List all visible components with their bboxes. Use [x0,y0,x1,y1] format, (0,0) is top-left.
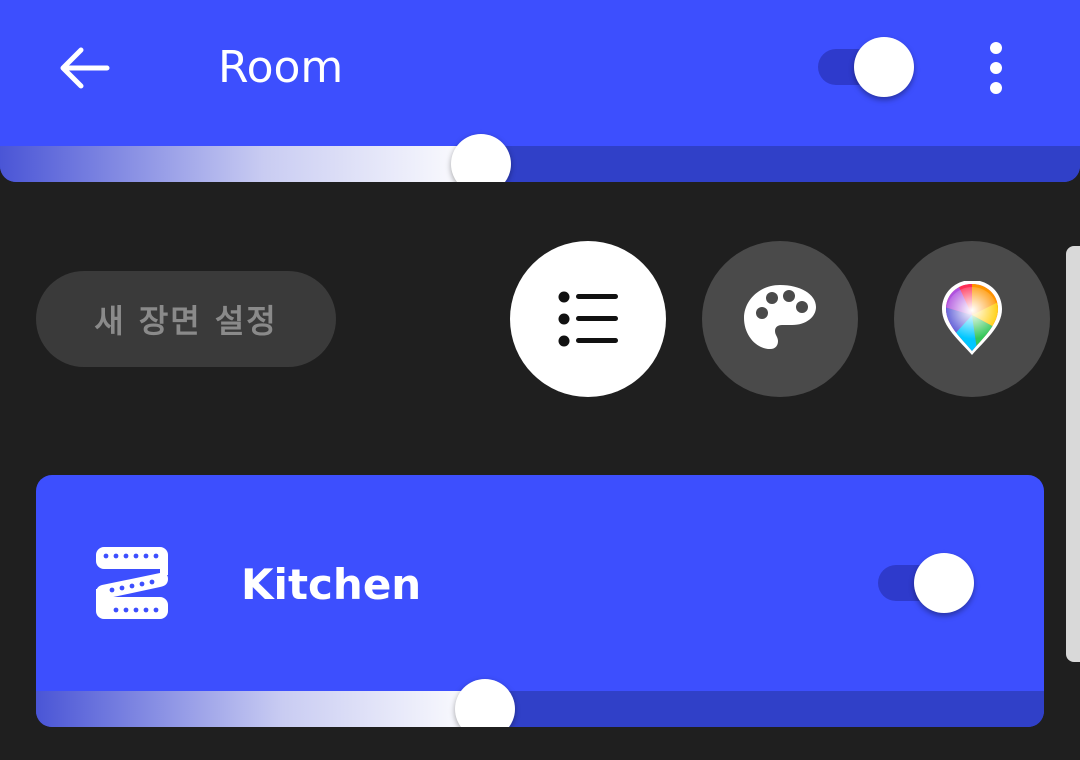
slider-knob[interactable] [450,134,511,182]
room-brightness-slider[interactable] [0,134,1080,182]
scrollbar[interactable] [1066,246,1080,662]
slider-fill [0,146,481,182]
color-mode-button[interactable] [894,241,1050,397]
slider-knob[interactable] [454,679,515,727]
page-title: Room [218,42,344,93]
palette-mode-button[interactable] [702,241,858,397]
device-card-kitchen[interactable]: Kitchen [36,475,1044,727]
more-options-button[interactable] [970,38,1022,98]
room-power-toggle[interactable] [818,37,914,97]
kitchen-power-toggle[interactable] [878,553,974,613]
toggle-thumb [854,37,914,97]
more-vertical-icon [990,42,1002,94]
room-header: Room [0,0,1080,182]
list-mode-button[interactable] [510,241,666,397]
light-strip-icon [96,547,168,619]
kitchen-brightness-slider[interactable] [36,679,1044,727]
back-button[interactable] [54,38,114,98]
arrow-left-icon [60,47,110,89]
new-scene-button[interactable]: 새 장면 설정 [36,271,336,367]
device-name: Kitchen [241,560,422,609]
color-picker-icon [942,281,1002,355]
palette-icon [744,285,816,349]
toggle-thumb [914,553,974,613]
list-icon [558,291,618,347]
slider-fill [36,691,485,727]
